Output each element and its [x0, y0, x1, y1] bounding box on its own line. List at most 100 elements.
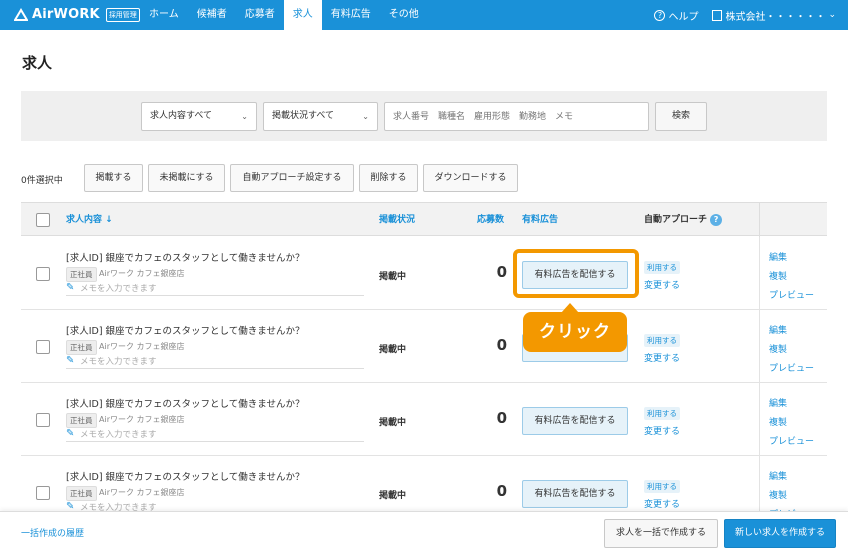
chevron-down-icon: ⌄	[828, 10, 836, 20]
divider	[759, 237, 760, 310]
search-input[interactable]	[384, 102, 649, 131]
nav-item-other[interactable]: その他	[380, 0, 428, 30]
col-header-applicants[interactable]: 応募数	[477, 203, 504, 237]
divider	[759, 203, 760, 237]
memo-field[interactable]: ✎ メモを入力できます	[66, 355, 364, 369]
edit-link[interactable]: 編集	[769, 469, 787, 482]
employment-type-tag: 正社員	[66, 267, 97, 282]
preview-link[interactable]: プレビュー	[769, 434, 814, 447]
chevron-down-icon: ⌄	[362, 112, 369, 121]
edit-link[interactable]: 編集	[769, 250, 787, 263]
job-title[interactable]: [求人ID] 銀座でカフェのスタッフとして働きませんか？	[66, 323, 304, 337]
select-all-checkbox[interactable]	[36, 213, 50, 227]
highlight-frame	[513, 249, 639, 298]
posting-status: 掲載中	[379, 272, 407, 282]
delete-button[interactable]: 削除する	[359, 164, 418, 192]
nav-item-jobs[interactable]: 求人	[283, 0, 322, 30]
airwork-logo-icon	[14, 7, 28, 21]
posting-status: 掲載中	[379, 491, 407, 501]
top-right-menu: ? ヘルプ 株式会社・・・・・・ ⌄	[654, 0, 836, 30]
use-badge: 利用する	[644, 334, 680, 347]
change-link[interactable]: 変更する	[644, 424, 680, 437]
change-link[interactable]: 変更する	[644, 351, 680, 364]
copy-link[interactable]: 複製	[769, 269, 787, 282]
brand-name: AirWORK	[32, 7, 100, 22]
top-navigation-bar: AirWORK 採用管理 ホーム 候補者 応募者 求人 有料広告 その他 ? ヘ…	[0, 0, 848, 30]
search-button[interactable]: 検索	[655, 102, 707, 131]
preview-link[interactable]: プレビュー	[769, 361, 814, 374]
store-name: Airワーク カフェ銀座店	[99, 415, 185, 424]
nav-item-home[interactable]: ホーム	[140, 0, 188, 30]
memo-field[interactable]: ✎ メモを入力できます	[66, 428, 364, 442]
download-button[interactable]: ダウンロードする	[423, 164, 518, 192]
deliver-paid-ad-button[interactable]: 有料広告を配信する	[522, 480, 628, 508]
posting-status: 掲載中	[379, 345, 407, 355]
help-label: ヘルプ	[668, 11, 699, 23]
copy-link[interactable]: 複製	[769, 342, 787, 355]
posting-status: 掲載中	[379, 418, 407, 428]
row-checkbox[interactable]	[36, 267, 50, 281]
row-checkbox[interactable]	[36, 413, 50, 427]
copy-link[interactable]: 複製	[769, 488, 787, 501]
store-name: Airワーク カフェ銀座店	[99, 342, 185, 351]
job-title[interactable]: [求人ID] 銀座でカフェのスタッフとして働きませんか？	[66, 396, 304, 410]
memo-placeholder: メモを入力できます	[80, 357, 157, 367]
unpublish-button[interactable]: 未掲載にする	[148, 164, 225, 192]
col-header-status[interactable]: 掲載状況	[379, 203, 415, 237]
pencil-icon: ✎	[66, 282, 75, 293]
col-header-content[interactable]: 求人内容 ↓	[66, 203, 113, 237]
memo-placeholder: メモを入力できます	[80, 430, 157, 440]
footer-bar: 一括作成の履歴 求人を一括で作成する 新しい求人を作成する	[0, 511, 848, 553]
pencil-icon: ✎	[66, 355, 75, 366]
row-checkbox[interactable]	[36, 340, 50, 354]
store-name: Airワーク カフェ銀座店	[99, 269, 185, 278]
page-title: 求人	[22, 54, 53, 72]
applicant-count: 0	[496, 336, 507, 354]
content-filter-select[interactable]: 求人内容すべて ⌄	[141, 102, 257, 131]
company-menu[interactable]: 株式会社・・・・・・ ⌄	[712, 8, 836, 23]
main-nav: ホーム 候補者 応募者 求人 有料広告 その他	[140, 0, 428, 30]
publish-button[interactable]: 掲載する	[84, 164, 143, 192]
row-checkbox[interactable]	[36, 486, 50, 500]
table-row: [求人ID] 銀座でカフェのスタッフとして働きませんか？ 正社員 Airワーク …	[21, 383, 827, 456]
table-header: 求人内容 ↓ 掲載状況 応募数 有料広告 自動アプローチ?	[21, 202, 827, 237]
help-link[interactable]: ? ヘルプ	[654, 8, 698, 23]
help-icon[interactable]: ?	[710, 213, 723, 226]
store-name: Airワーク カフェ銀座店	[99, 488, 185, 497]
nav-item-applicants[interactable]: 応募者	[236, 0, 284, 30]
bulk-history-link[interactable]: 一括作成の履歴	[21, 526, 84, 539]
col-header-paid-ad[interactable]: 有料広告	[522, 203, 558, 237]
bulk-create-button[interactable]: 求人を一括で作成する	[604, 519, 718, 548]
nav-item-candidates[interactable]: 候補者	[188, 0, 236, 30]
use-badge: 利用する	[644, 407, 680, 420]
employment-type-tag: 正社員	[66, 413, 97, 428]
question-circle-icon: ?	[654, 9, 666, 21]
change-link[interactable]: 変更する	[644, 497, 680, 510]
divider	[759, 310, 760, 383]
deliver-paid-ad-button[interactable]: 有料広告を配信する	[522, 407, 628, 435]
preview-link[interactable]: プレビュー	[769, 288, 814, 301]
copy-link[interactable]: 複製	[769, 415, 787, 428]
memo-field[interactable]: ✎ メモを入力できます	[66, 282, 364, 296]
job-title[interactable]: [求人ID] 銀座でカフェのスタッフとして働きませんか？	[66, 250, 304, 264]
nav-item-paid-ads[interactable]: 有料広告	[322, 0, 380, 30]
job-title[interactable]: [求人ID] 銀座でカフェのスタッフとして働きませんか？	[66, 469, 304, 483]
brand-badge: 採用管理	[105, 7, 140, 22]
use-badge: 利用する	[644, 480, 680, 493]
company-name: 株式会社・・・・・・	[725, 11, 826, 23]
memo-placeholder: メモを入力できます	[80, 284, 157, 294]
brand-logo[interactable]: AirWORK 採用管理	[14, 7, 140, 22]
edit-link[interactable]: 編集	[769, 323, 787, 336]
use-badge: 利用する	[644, 261, 680, 274]
edit-link[interactable]: 編集	[769, 396, 787, 409]
change-link[interactable]: 変更する	[644, 278, 680, 291]
chevron-down-icon: ⌄	[241, 112, 248, 121]
auto-approach-button[interactable]: 自動アプローチ設定する	[230, 164, 354, 192]
new-job-button[interactable]: 新しい求人を作成する	[724, 519, 836, 548]
content-filter-value: 求人内容すべて	[150, 111, 213, 121]
applicant-count: 0	[496, 409, 507, 427]
status-filter-select[interactable]: 掲載状況すべて ⌄	[263, 102, 378, 131]
click-callout: クリック	[523, 312, 627, 352]
applicant-count: 0	[496, 482, 507, 500]
col-header-auto-approach-label: 自動アプローチ	[644, 215, 708, 225]
